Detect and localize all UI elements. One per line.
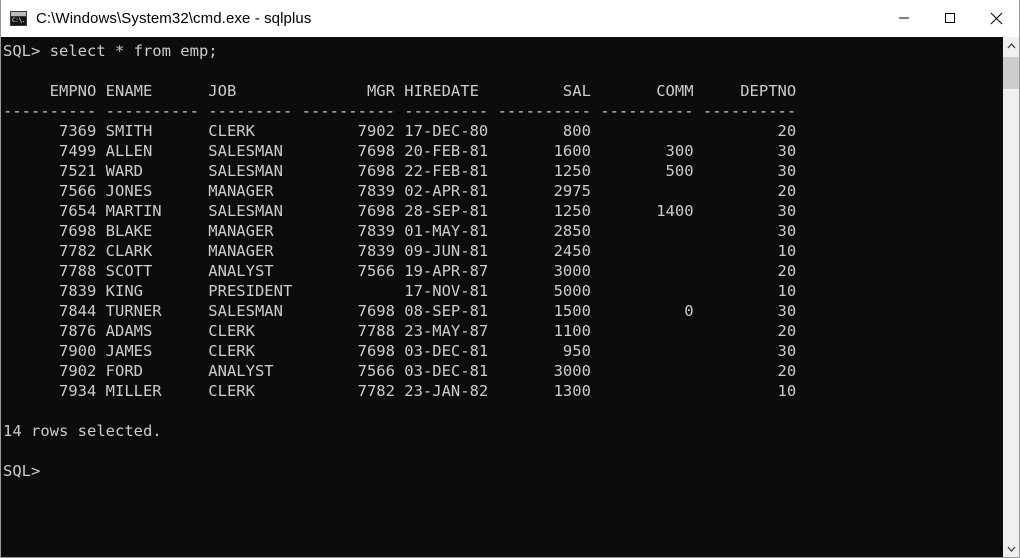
window-title: C:\Windows\System32\cmd.exe - sqlplus bbox=[36, 9, 312, 27]
terminal-line: 7782 CLARK MANAGER 7839 09-JUN-81 2450 1… bbox=[3, 242, 797, 260]
terminal-line: 7788 SCOTT ANALYST 7566 19-APR-87 3000 2… bbox=[3, 262, 797, 280]
console-area: SQL> select * from emp; EMPNO ENAME JOB … bbox=[1, 37, 1019, 557]
terminal-line: 7654 MARTIN SALESMAN 7698 28-SEP-81 1250… bbox=[3, 202, 797, 220]
minimize-icon bbox=[899, 17, 909, 19]
title-bar[interactable]: C:\. C:\Windows\System32\cmd.exe - sqlpl… bbox=[1, 0, 1019, 37]
terminal-line: 7839 KING PRESIDENT 17-NOV-81 5000 10 bbox=[3, 282, 797, 300]
terminal-line: 7934 MILLER CLERK 7782 23-JAN-82 1300 10 bbox=[3, 382, 797, 400]
terminal-line: 7876 ADAMS CLERK 7788 23-MAY-87 1100 20 bbox=[3, 322, 797, 340]
scroll-up-button[interactable] bbox=[1003, 37, 1019, 54]
close-button[interactable] bbox=[973, 0, 1019, 36]
terminal-output[interactable]: SQL> select * from emp; EMPNO ENAME JOB … bbox=[1, 37, 1002, 557]
title-bar-left: C:\. C:\Windows\System32\cmd.exe - sqlpl… bbox=[1, 10, 881, 27]
maximize-icon bbox=[945, 13, 955, 23]
terminal-line: 7369 SMITH CLERK 7902 17-DEC-80 800 20 bbox=[3, 122, 797, 140]
cmd-console-icon: C:\. bbox=[10, 10, 27, 26]
terminal-line: 14 rows selected. bbox=[3, 422, 162, 440]
terminal-line: 7900 JAMES CLERK 7698 03-DEC-81 950 30 bbox=[3, 342, 797, 360]
vertical-scrollbar[interactable] bbox=[1002, 37, 1019, 557]
maximize-button[interactable] bbox=[927, 0, 973, 36]
terminal-line: 7566 JONES MANAGER 7839 02-APR-81 2975 2… bbox=[3, 182, 797, 200]
cmd-icon-glyph: C:\. bbox=[11, 16, 26, 25]
window-controls bbox=[881, 0, 1019, 36]
close-icon bbox=[990, 12, 1002, 24]
terminal-line: SQL> select * from emp; bbox=[3, 42, 218, 60]
scroll-down-button[interactable] bbox=[1003, 540, 1019, 557]
chevron-up-icon bbox=[1007, 42, 1015, 48]
chevron-down-icon bbox=[1007, 546, 1015, 552]
scrollbar-track[interactable] bbox=[1003, 54, 1019, 540]
terminal-line: 7844 TURNER SALESMAN 7698 08-SEP-81 1500… bbox=[3, 302, 797, 320]
terminal-line: SQL> bbox=[3, 462, 41, 480]
terminal-line: 7698 BLAKE MANAGER 7839 01-MAY-81 2850 3… bbox=[3, 222, 797, 240]
terminal-line: 7902 FORD ANALYST 7566 03-DEC-81 3000 20 bbox=[3, 362, 797, 380]
terminal-line: 7521 WARD SALESMAN 7698 22-FEB-81 1250 5… bbox=[3, 162, 797, 180]
cmd-window: C:\. C:\Windows\System32\cmd.exe - sqlpl… bbox=[0, 0, 1020, 558]
terminal-line: 7499 ALLEN SALESMAN 7698 20-FEB-81 1600 … bbox=[3, 142, 797, 160]
scrollbar-thumb[interactable] bbox=[1003, 57, 1019, 89]
terminal-line: EMPNO ENAME JOB MGR HIREDATE SAL COMM DE… bbox=[3, 82, 797, 100]
minimize-button[interactable] bbox=[881, 0, 927, 36]
terminal-line: ---------- ---------- --------- --------… bbox=[3, 102, 797, 120]
